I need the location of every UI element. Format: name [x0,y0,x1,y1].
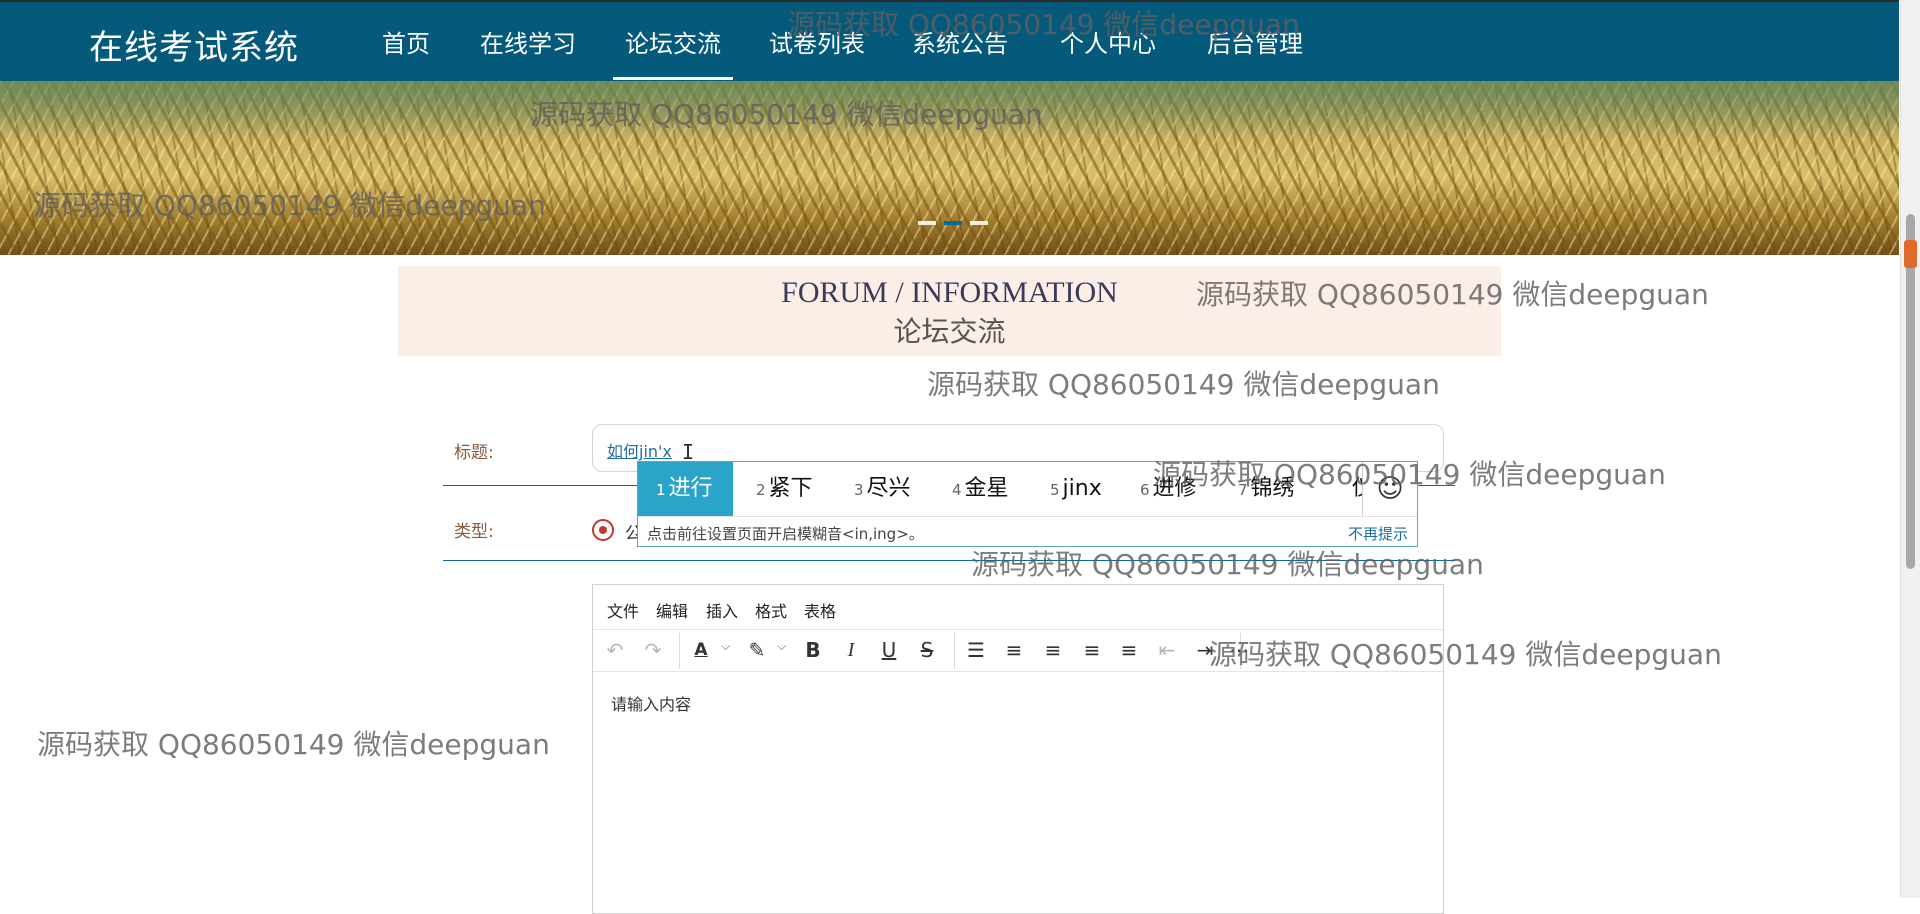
page: 在线考试系统 首页 在线学习 论坛交流 试卷列表 系统公告 个人中心 后台管理 … [0,0,1920,914]
menu-table[interactable]: 表格 [804,598,836,622]
more-icon[interactable]: ⋯ [1225,637,1253,663]
ime-dismiss-link[interactable]: 不再提示 [1348,523,1408,544]
nav-item-online-learning[interactable]: 在线学习 [480,24,576,80]
title-label: 标题: [454,443,494,463]
menu-format[interactable]: 格式 [755,598,787,622]
editor-content-placeholder[interactable]: 请输入内容 [611,691,691,715]
chevron-down-icon[interactable]: ⌵ [721,639,730,654]
nav-item-profile[interactable]: 个人中心 [1060,24,1156,80]
chevron-down-icon[interactable]: ⌵ [777,639,786,654]
menu-edit[interactable]: 编辑 [656,598,688,622]
line-height-icon[interactable]: ☰ [962,637,990,663]
redo-icon[interactable]: ↷ [639,637,667,663]
nav-item-exam-list[interactable]: 试卷列表 [769,24,865,80]
menu-file[interactable]: 文件 [607,598,639,622]
menu-insert[interactable]: 插入 [706,598,738,622]
ime-candidate-list: 1进行 2紧下 3尽兴 4金星 5jinx 6进修 7锦绣 仪 ☺ [638,462,1417,516]
top-navbar: 在线考试系统 首页 在线学习 论坛交流 试卷列表 系统公告 个人中心 后台管理 [0,0,1899,81]
section-heading: FORUM / INFORMATION 论坛交流 [398,266,1501,356]
scroll-position-marker [1904,240,1917,268]
carousel-dot-active[interactable] [944,221,962,225]
emoji-icon[interactable]: ☺ [1362,462,1417,516]
toolbar-separator [954,633,955,669]
editor-toolbar: ↶ ↷ A ⌵ ✎ ⌵ B I U S ☰ ≡ ≡ ≡ ≡ ⇤ ⇥ ⋯ [593,629,1443,672]
bold-icon[interactable]: B [799,637,827,663]
justify-icon[interactable]: ≡ [1115,637,1143,663]
italic-icon[interactable]: I [837,637,865,663]
toolbar-separator [679,633,680,669]
ime-candidate[interactable]: 7 锦绣 [1238,462,1295,516]
section-title-cn: 论坛交流 [893,315,1006,348]
page-scrollbar[interactable] [1900,0,1920,898]
ime-candidate[interactable]: 2 紧下 [756,462,813,516]
toolbar-separator [1240,633,1241,669]
title-input-value: 如何jin'x [607,442,672,461]
underline-icon[interactable]: U [875,637,903,663]
row-divider [443,560,1455,561]
watermark-text: 源码获取 QQ86050149 微信deepguan [927,368,1440,401]
carousel-indicators [918,221,988,225]
watermark-text: 源码获取 QQ86050149 微信deepguan [37,728,550,761]
align-left-icon[interactable]: ≡ [1000,637,1028,663]
font-color-icon[interactable]: A [687,637,715,663]
outdent-icon[interactable]: ⇤ [1153,637,1181,663]
carousel-dot[interactable] [918,221,936,225]
ime-hint-text[interactable]: 点击前往设置页面开启模糊音<in,ing>。 [647,523,924,544]
section-title-en: FORUM / INFORMATION [781,276,1118,309]
site-brand[interactable]: 在线考试系统 [89,20,299,69]
ime-candidate[interactable]: 5 jinx [1050,462,1102,516]
type-radio-public[interactable] [592,519,614,541]
nav-item-announcements[interactable]: 系统公告 [912,24,1008,80]
ime-candidate[interactable]: 6 进修 [1140,462,1197,516]
watermark-text: 源码获取 QQ86050149 微信deepguan [971,548,1484,581]
carousel-dot[interactable] [970,221,988,225]
highlight-icon[interactable]: ✎ [743,637,771,663]
banner-carousel [0,81,1899,255]
rich-text-editor: 文件 编辑 插入 格式 表格 ↶ ↷ A ⌵ ✎ ⌵ B I U S ☰ ≡ ≡… [592,584,1444,914]
undo-icon[interactable]: ↶ [601,637,629,663]
ime-candidate[interactable]: 3 尽兴 [854,462,911,516]
ime-candidate[interactable]: 1 进行 [638,462,733,516]
banner-sky [0,81,1899,141]
strikethrough-icon[interactable]: S [913,637,941,663]
ime-hint-bar: 点击前往设置页面开启模糊音<in,ing>。 不再提示 [638,516,1417,548]
nav-item-home[interactable]: 首页 [382,24,430,80]
nav-item-forum[interactable]: 论坛交流 [613,24,733,80]
type-label: 类型: [454,522,494,542]
nav-item-admin[interactable]: 后台管理 [1207,24,1303,80]
editor-menubar: 文件 编辑 插入 格式 表格 [593,585,1443,630]
ime-candidate[interactable]: 4 金星 [952,462,1009,516]
indent-icon[interactable]: ⇥ [1191,637,1219,663]
align-center-icon[interactable]: ≡ [1039,637,1067,663]
ime-candidate-window: 1进行 2紧下 3尽兴 4金星 5jinx 6进修 7锦绣 仪 ☺ 点击前往设置… [637,461,1418,547]
align-right-icon[interactable]: ≡ [1078,637,1106,663]
